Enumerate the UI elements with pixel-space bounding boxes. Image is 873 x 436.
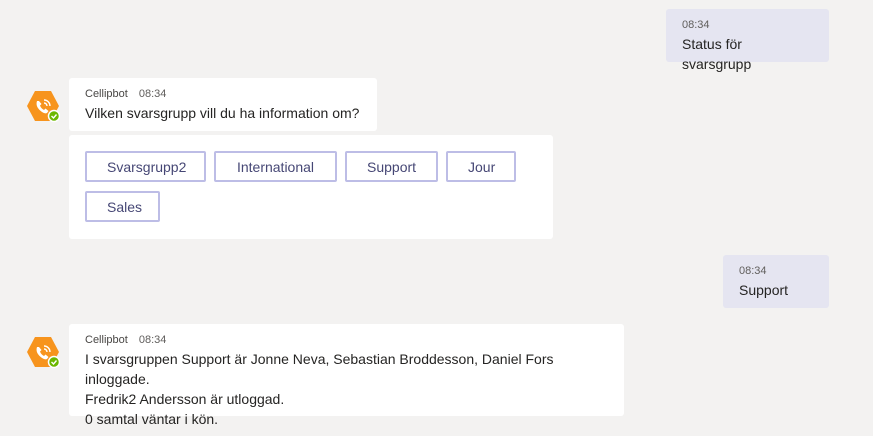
- bot-avatar[interactable]: [26, 90, 61, 124]
- message-line: 0 samtal väntar i kön.: [85, 411, 219, 427]
- outgoing-message: 08:34 Status för svarsgrupp: [666, 9, 829, 72]
- bot-message: Cellipbot 08:34 Vilken svarsgrupp vill d…: [69, 78, 377, 131]
- message-line: I svarsgruppen Support är Jonne Neva, Se…: [85, 351, 554, 387]
- available-check-icon: [47, 109, 61, 123]
- choice-button-svarsgrupp2[interactable]: Svarsgrupp2: [85, 151, 206, 182]
- choice-row: Svarsgrupp2 International Support Jour: [85, 151, 537, 182]
- choice-button-sales[interactable]: Sales: [85, 191, 160, 222]
- phone-hexagon-icon: [27, 91, 61, 123]
- choice-button-jour[interactable]: Jour: [446, 151, 516, 182]
- message-meta: Cellipbot 08:34: [85, 333, 608, 347]
- message-time: 08:34: [682, 19, 710, 31]
- choice-card: Svarsgrupp2 International Support Jour S…: [69, 135, 553, 239]
- outgoing-message: 08:34 Support: [723, 255, 829, 308]
- choice-button-support[interactable]: Support: [345, 151, 438, 182]
- available-check-icon: [47, 355, 61, 369]
- sender-name: Cellipbot: [85, 334, 128, 346]
- message-time: 08:34: [138, 334, 167, 346]
- phone-hexagon-icon: [27, 337, 61, 369]
- message-line: Fredrik2 Andersson är utloggad.: [85, 391, 285, 407]
- bot-message: Cellipbot 08:34 I svarsgruppen Support ä…: [69, 324, 624, 427]
- message-time: 08:34: [739, 265, 767, 277]
- message-text: Support: [739, 282, 789, 298]
- sender-name: Cellipbot: [85, 88, 128, 100]
- message-meta: Cellipbot 08:34: [85, 87, 361, 101]
- message-time: 08:34: [138, 88, 167, 100]
- message-text: Vilken svarsgrupp vill du ha information…: [85, 105, 360, 121]
- bot-avatar[interactable]: [26, 336, 61, 370]
- choice-button-international[interactable]: International: [214, 151, 337, 182]
- message-text: Status för svarsgrupp: [682, 36, 752, 72]
- choice-row: Sales: [85, 191, 537, 222]
